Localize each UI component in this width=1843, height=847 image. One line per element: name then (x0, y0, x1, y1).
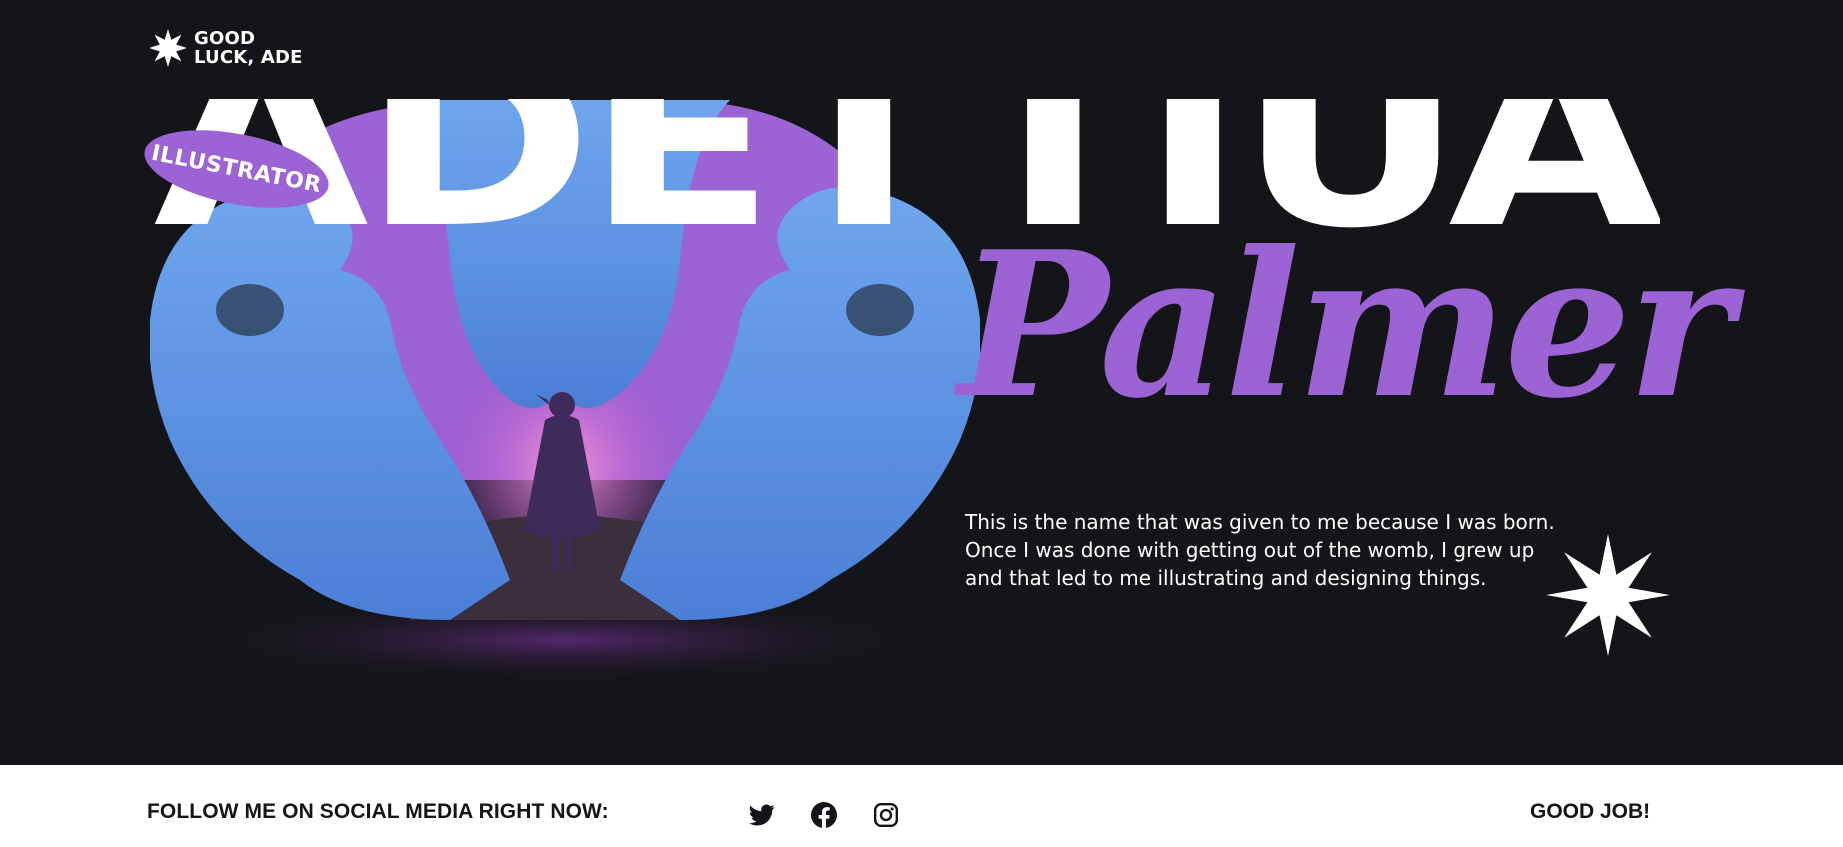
starburst-icon (1546, 534, 1670, 656)
follow-label: FOLLOW ME ON SOCIAL MEDIA RIGHT NOW: (147, 800, 609, 823)
instagram-icon[interactable] (873, 802, 899, 828)
bio-line-1: This is the name that was given to me be… (965, 510, 1555, 534)
bio-line-3: and that led to me illustrating and desi… (965, 566, 1487, 590)
sign-off-text: GOOD JOB! (1530, 800, 1651, 823)
bio-text: This is the name that was given to me be… (965, 508, 1565, 592)
hero-section: GOOD LUCK, ADE ADETTIUA ILLUSTRATOR Palm… (0, 0, 1843, 765)
twitter-icon[interactable] (749, 802, 775, 828)
facebook-icon[interactable] (811, 802, 837, 828)
last-name-heading: Palmer (958, 208, 1733, 443)
logo-line-1: GOOD (194, 28, 256, 49)
bio-line-2: Once I was done with getting out of the … (965, 538, 1535, 562)
